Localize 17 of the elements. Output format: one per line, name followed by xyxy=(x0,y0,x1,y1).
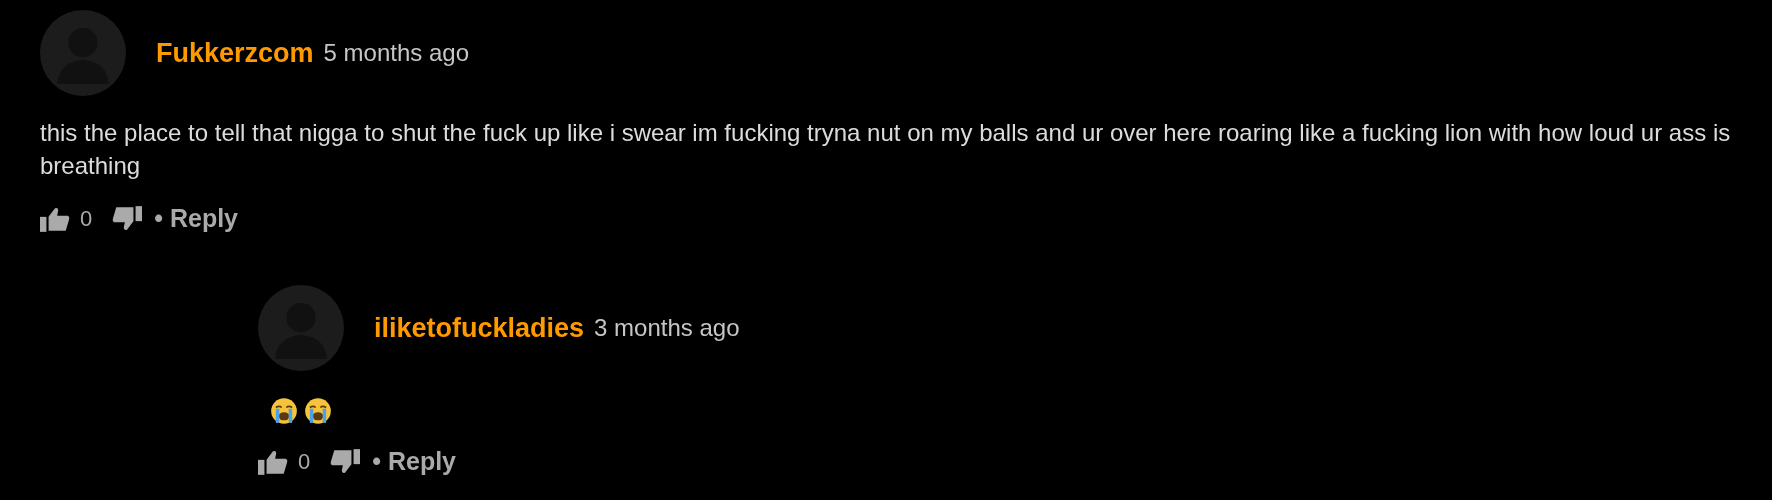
avatar-icon xyxy=(258,285,344,371)
like-count: 0 xyxy=(298,448,311,475)
comment-time: 3 months ago xyxy=(594,314,740,342)
crying-face-icon xyxy=(304,397,332,425)
thumbs-up-icon[interactable] xyxy=(258,448,288,475)
reply-link[interactable]: • Reply xyxy=(372,447,457,476)
thumbs-up-icon[interactable] xyxy=(40,205,70,232)
username-link[interactable]: iliketofuckladies xyxy=(374,312,585,344)
crying-face-icon xyxy=(270,397,298,425)
thumbs-down-icon[interactable] xyxy=(330,448,361,475)
reply-link[interactable]: • Reply xyxy=(154,204,239,233)
comment-text: this the place to tell that nigga to shut the fuck up like i swear im fucking tryna nut on my balls and ur over here roaring like a fucking lion with how loud ur ass is breathing xyxy=(40,118,1732,181)
like-count: 0 xyxy=(80,205,93,232)
username-link[interactable]: Fukkerzcom xyxy=(156,37,314,69)
thumbs-down-icon[interactable] xyxy=(112,205,143,232)
avatar-icon xyxy=(40,10,126,96)
comment-time: 5 months ago xyxy=(323,39,469,67)
